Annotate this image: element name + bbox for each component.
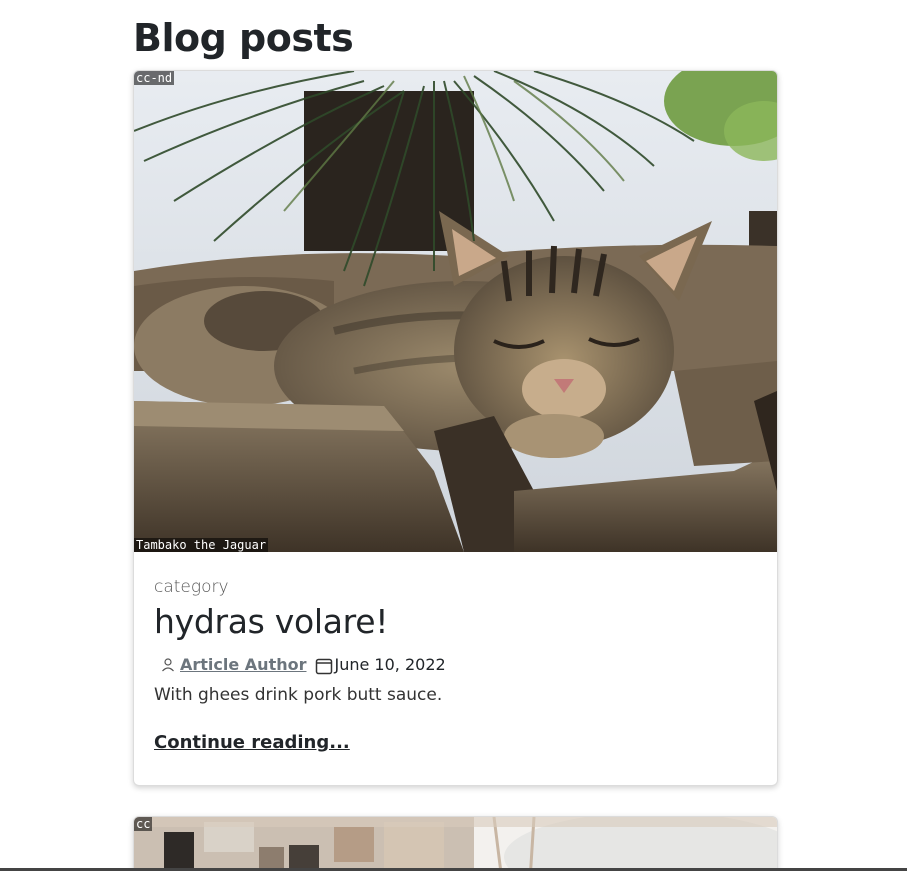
image-credit-label: Tambako the Jaguar bbox=[134, 538, 269, 552]
person-icon bbox=[160, 657, 176, 673]
post-date: June 10, 2022 bbox=[334, 655, 446, 674]
post-card: cc-nd Tambako the Jaguar category hydras… bbox=[133, 70, 778, 786]
calendar-icon bbox=[315, 657, 332, 675]
page-title: Blog posts bbox=[133, 16, 354, 60]
image-license-label: cc bbox=[134, 817, 153, 831]
post-card-body: category hydras volare! Article Author J… bbox=[134, 552, 777, 753]
post-image[interactable]: cc bbox=[134, 817, 777, 871]
post-card: cc bbox=[133, 816, 778, 871]
room-photo bbox=[134, 817, 777, 871]
author-link[interactable]: Article Author bbox=[180, 654, 307, 676]
post-image[interactable]: cc-nd Tambako the Jaguar bbox=[134, 71, 777, 552]
cat-photo bbox=[134, 71, 777, 552]
post-category: category bbox=[154, 577, 229, 597]
post-title: hydras volare! bbox=[154, 602, 389, 641]
continue-reading-link[interactable]: Continue reading... bbox=[154, 732, 350, 753]
post-excerpt: With ghees drink pork butt sauce. bbox=[154, 685, 443, 705]
blog-page: Blog posts cc-nd Tambako the Jaguar cate… bbox=[0, 0, 907, 871]
image-license-label: cc-nd bbox=[134, 71, 175, 85]
post-meta: Article Author June 10, 2022 bbox=[154, 654, 757, 676]
